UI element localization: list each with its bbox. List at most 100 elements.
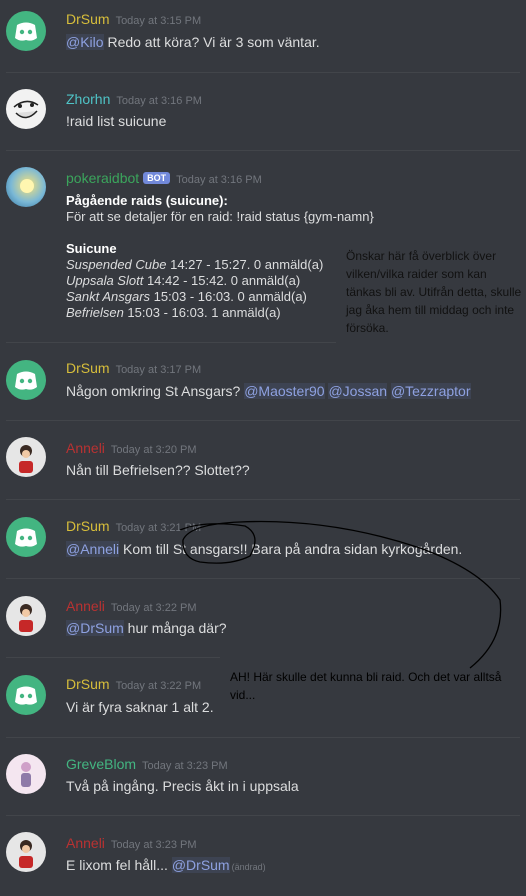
timestamp: Today at 3:23 PM — [142, 760, 228, 772]
annotation-note: AH! Här skulle det kunna bli raid. Och d… — [230, 670, 502, 702]
annotation-note: Önskar här få överblick över vilken/vilk… — [346, 249, 522, 335]
message-content: E lixom fel håll... @DrSum (ändrad) — [66, 857, 266, 873]
divider — [6, 578, 520, 579]
raid-row: Suspended Cube 14:27 - 15:27. 0 anmäld(a… — [66, 257, 374, 273]
raid-info: 14:42 - 15:42. 0 anmäld(a) — [143, 273, 301, 288]
raid-row: Uppsala Slott 14:42 - 15:42. 0 anmäld(a) — [66, 273, 374, 289]
raid-row: Befrielsen 15:03 - 16:03. 1 anmäld(a) — [66, 305, 374, 321]
message-header: DrSum Today at 3:17 PM — [66, 360, 201, 376]
timestamp: Today at 3:22 PM — [115, 680, 202, 692]
message-header: DrSum Today at 3:22 PM — [66, 676, 201, 692]
gym-name: Sankt Ansgars — [66, 289, 151, 304]
raid-list-embed: Pågående raids (suicune): För att se det… — [66, 193, 374, 321]
user-mention[interactable]: @DrSum — [66, 620, 124, 636]
message-text: Kom till St ansgars!! Bara på andra sida… — [119, 541, 463, 557]
author-name[interactable]: DrSum — [66, 676, 110, 692]
user-mention[interactable]: @Kilo — [66, 34, 104, 50]
raid-info: 15:03 - 16:03. 0 anmäld(a) — [150, 289, 307, 304]
timestamp: Today at 3:23 PM — [110, 839, 197, 851]
message-text: hur många där? — [123, 620, 227, 636]
message-header: Anneli Today at 3:20 PM — [66, 440, 197, 456]
embed-subtitle: För att se detaljer för en raid: !raid s… — [66, 209, 374, 224]
divider — [6, 420, 520, 421]
author-name[interactable]: DrSum — [66, 518, 110, 534]
divider — [6, 815, 520, 816]
greveblom-avatar[interactable] — [6, 754, 46, 794]
message-header: DrSum Today at 3:21 PM — [66, 518, 201, 534]
timestamp: Today at 3:17 PM — [115, 364, 202, 376]
divider — [6, 737, 520, 738]
message-text: Redo att köra? Vi är 3 som väntar. — [103, 34, 320, 50]
bot-badge: BOT — [143, 172, 171, 184]
trainer-avatar-icon — [21, 762, 31, 787]
discord-avatar[interactable] — [6, 675, 46, 715]
message-header: Anneli Today at 3:22 PM — [66, 598, 197, 614]
author-name[interactable]: Anneli — [66, 835, 105, 851]
timestamp: Today at 3:22 PM — [110, 602, 197, 614]
discord-logo-icon — [15, 686, 37, 705]
timestamp: Today at 3:21 PM — [115, 522, 202, 534]
gym-name: Uppsala Slott — [66, 273, 144, 288]
user-mention[interactable]: @Maoster90 — [244, 383, 325, 399]
anneli-avatar[interactable] — [6, 437, 46, 477]
user-mention[interactable]: @DrSum — [171, 857, 230, 873]
user-mention[interactable]: @Tezzraptor — [390, 383, 471, 399]
timestamp: Today at 3:20 PM — [110, 444, 197, 456]
user-mention[interactable]: @Jossan — [328, 383, 388, 399]
trainer-avatar-icon — [19, 445, 33, 473]
raid-egg-icon — [20, 179, 34, 193]
author-name[interactable]: Anneli — [66, 598, 105, 614]
raid-row: Sankt Ansgars 15:03 - 16:03. 0 anmäld(a) — [66, 289, 374, 305]
embed-title: Pågående raids (suicune): — [66, 193, 228, 208]
message-header: Zhorhn Today at 3:16 PM — [66, 91, 202, 107]
message-text: E lixom fel håll... — [66, 857, 172, 873]
author-name[interactable]: Zhorhn — [66, 91, 110, 107]
embed-pokemon: Suicune — [66, 241, 117, 256]
message-content: @Anneli Kom till St ansgars!! Bara på an… — [66, 541, 462, 557]
author-name[interactable]: pokeraidbot — [66, 170, 139, 186]
raid-info: 14:27 - 15:27. 0 anmäld(a) — [166, 257, 324, 272]
discord-avatar[interactable] — [6, 517, 46, 557]
message-header: pokeraidbot BOT Today at 3:16 PM — [66, 170, 262, 186]
trainer-avatar-icon — [19, 840, 33, 868]
discord-logo-icon — [15, 22, 37, 41]
timestamp: Today at 3:16 PM — [116, 95, 202, 107]
message-content: Två på ingång. Precis åkt in i uppsala — [66, 778, 299, 794]
divider — [6, 72, 520, 73]
discord-logo-icon — [15, 371, 37, 390]
message-content: !raid list suicune — [66, 113, 167, 129]
message-header: GreveBlom Today at 3:23 PM — [66, 756, 228, 772]
anneli-avatar[interactable] — [6, 596, 46, 636]
discord-avatar[interactable] — [6, 11, 46, 51]
divider — [6, 150, 520, 151]
bot-avatar[interactable] — [6, 167, 46, 207]
message-content: @DrSum hur många där? — [66, 620, 227, 636]
troll-face-icon — [13, 100, 39, 119]
message-header: Anneli Today at 3:23 PM — [66, 835, 197, 851]
gym-name: Befrielsen — [66, 305, 124, 320]
message-content: Vi är fyra saknar 1 alt 2. — [66, 699, 214, 715]
message-content: Nån till Befrielsen?? Slottet?? — [66, 462, 250, 478]
author-name[interactable]: DrSum — [66, 360, 110, 376]
timestamp: Today at 3:16 PM — [176, 174, 262, 186]
author-name[interactable]: GreveBlom — [66, 756, 136, 772]
divider — [6, 657, 220, 658]
author-name[interactable]: Anneli — [66, 440, 105, 456]
message-header: DrSum Today at 3:15 PM — [66, 11, 201, 27]
message-text: Någon omkring St Ansgars? — [66, 383, 245, 399]
troll-face-avatar[interactable] — [6, 89, 46, 129]
discord-avatar[interactable] — [6, 360, 46, 400]
user-mention[interactable]: @Anneli — [66, 541, 120, 557]
raid-info: 15:03 - 16:03. 1 anmäld(a) — [123, 305, 281, 320]
message-content: @Kilo Redo att köra? Vi är 3 som väntar. — [66, 34, 320, 50]
author-name[interactable]: DrSum — [66, 11, 110, 27]
anneli-avatar[interactable] — [6, 832, 46, 872]
edited-label: (ändrad) — [231, 862, 266, 872]
timestamp: Today at 3:15 PM — [115, 15, 202, 27]
discord-logo-icon — [15, 528, 37, 547]
gym-name: Suspended Cube — [66, 257, 167, 272]
trainer-avatar-icon — [19, 604, 33, 632]
divider — [6, 499, 520, 500]
message-content: Någon omkring St Ansgars? @Maoster90 @Jo… — [66, 383, 471, 399]
divider — [6, 342, 336, 343]
